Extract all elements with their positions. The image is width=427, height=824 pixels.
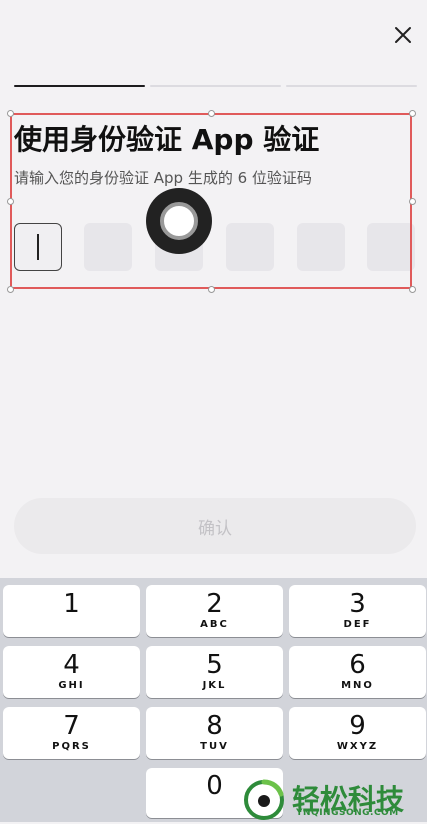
key-digit: 5 xyxy=(206,650,223,680)
selection-handle xyxy=(208,110,215,117)
key-9[interactable]: 9 WXYZ xyxy=(289,707,426,759)
key-letters: WXYZ xyxy=(336,741,379,752)
key-5[interactable]: 5 JKL xyxy=(146,646,283,698)
key-2[interactable]: 2 ABC xyxy=(146,585,283,637)
selection-handle xyxy=(409,286,416,293)
key-digit: 9 xyxy=(349,711,366,741)
watermark-logo-icon xyxy=(243,778,285,820)
key-digit: 1 xyxy=(63,589,80,619)
watermark-subtext: YNQINGSONG.COM xyxy=(296,808,399,818)
progress-step-3 xyxy=(286,85,417,87)
progress-step-2 xyxy=(150,85,281,87)
key-digit: 8 xyxy=(206,711,223,741)
selection-frame xyxy=(10,113,412,289)
key-7[interactable]: 7 PQRS xyxy=(3,707,140,759)
key-digit: 4 xyxy=(63,650,80,680)
assistive-touch-icon xyxy=(160,202,198,240)
progress-step-1 xyxy=(14,85,145,87)
key-6[interactable]: 6 MNO xyxy=(289,646,426,698)
key-letters: MNO xyxy=(341,680,374,691)
key-digit: 7 xyxy=(63,711,80,741)
confirm-button[interactable]: 确认 xyxy=(14,498,416,554)
selection-handle xyxy=(409,198,416,205)
key-letters: GHI xyxy=(58,680,85,691)
key-3[interactable]: 3 DEF xyxy=(289,585,426,637)
key-digit: 3 xyxy=(349,589,366,619)
selection-handle xyxy=(409,110,416,117)
selection-handle xyxy=(7,110,14,117)
selection-handle xyxy=(208,286,215,293)
selection-handle xyxy=(7,286,14,293)
key-4[interactable]: 4 GHI xyxy=(3,646,140,698)
key-8[interactable]: 8 TUV xyxy=(146,707,283,759)
key-digit: 0 xyxy=(206,771,223,801)
key-letters: ABC xyxy=(200,619,229,630)
key-digit: 2 xyxy=(206,589,223,619)
selection-handle xyxy=(7,198,14,205)
key-letters: JKL xyxy=(202,680,227,691)
key-letters: DEF xyxy=(343,619,372,630)
key-digit: 6 xyxy=(349,650,366,680)
key-letters: TUV xyxy=(200,741,229,752)
key-letters: PQRS xyxy=(52,741,91,752)
key-1[interactable]: 1 xyxy=(3,585,140,637)
close-icon[interactable] xyxy=(388,20,418,50)
